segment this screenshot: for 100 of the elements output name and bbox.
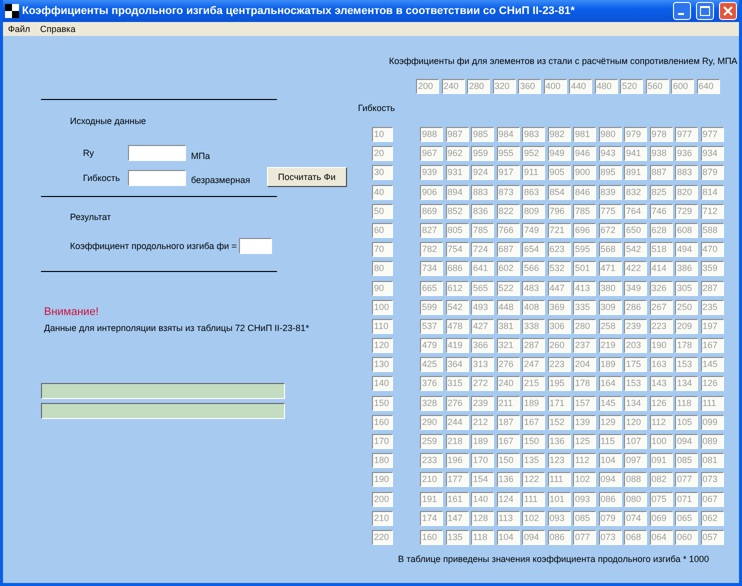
row-header: Гибкость bbox=[358, 103, 396, 113]
table-cell: 286 bbox=[624, 300, 647, 315]
table-cell: 608 bbox=[675, 222, 698, 238]
table-cell: 520 bbox=[620, 79, 643, 94]
table-cell: 171 bbox=[548, 396, 570, 411]
table-cell: 977 bbox=[675, 127, 698, 142]
table-cell: 721 bbox=[548, 222, 570, 238]
table-cell: 247 bbox=[522, 357, 545, 372]
table-cell: 827 bbox=[420, 222, 443, 238]
table-cell: 153 bbox=[624, 376, 647, 392]
table-cell: 287 bbox=[700, 280, 724, 296]
table-cell: 413 bbox=[573, 280, 596, 296]
table-cell: 152 bbox=[548, 414, 570, 430]
table-cell: 869 bbox=[420, 204, 443, 219]
table-cell: 240 bbox=[496, 376, 520, 392]
table-cell: 126 bbox=[650, 396, 672, 411]
maximize-button[interactable] bbox=[696, 2, 714, 20]
table-cell: 785 bbox=[573, 204, 596, 219]
table-cell: 062 bbox=[700, 510, 724, 526]
table-cell: 560 bbox=[646, 79, 668, 94]
calculate-button[interactable]: Посчитать Фи bbox=[267, 167, 347, 187]
table-cell: 075 bbox=[650, 492, 672, 507]
table-cell: 320 bbox=[492, 79, 516, 94]
table-cell: 150 bbox=[522, 434, 545, 449]
table-cell: 204 bbox=[573, 357, 596, 372]
table-cell: 749 bbox=[522, 222, 545, 238]
table-cell: 782 bbox=[420, 242, 443, 258]
table-cell: 369 bbox=[548, 300, 570, 315]
table-cell: 104 bbox=[496, 530, 520, 545]
table-cell: 102 bbox=[522, 510, 545, 526]
table-cell: 111 bbox=[548, 472, 570, 488]
table-cell: 863 bbox=[522, 184, 545, 200]
table-cell: 980 bbox=[598, 127, 622, 142]
table-cell: 338 bbox=[522, 318, 545, 334]
input-field[interactable] bbox=[128, 170, 186, 186]
table-cell: 093 bbox=[573, 492, 596, 507]
table-cell: 100 bbox=[372, 300, 393, 315]
table-cell: 905 bbox=[548, 165, 570, 180]
table-cell: 734 bbox=[420, 261, 443, 276]
table-cell: 672 bbox=[598, 222, 622, 238]
table-cell: 280 bbox=[573, 318, 596, 334]
table-cell: 163 bbox=[650, 357, 672, 372]
table-cell: 359 bbox=[700, 261, 724, 276]
table-cell: 425 bbox=[420, 357, 443, 372]
table-cell: 979 bbox=[624, 127, 647, 142]
table-cell: 079 bbox=[598, 510, 622, 526]
table-cell: 154 bbox=[471, 472, 494, 488]
table-cell: 805 bbox=[446, 222, 468, 238]
table-cell: 223 bbox=[650, 318, 672, 334]
table-cell: 175 bbox=[624, 357, 647, 372]
table-cell: 448 bbox=[496, 300, 520, 315]
table-cell: 746 bbox=[650, 204, 672, 219]
table-cell: 060 bbox=[675, 530, 698, 545]
menu-item[interactable]: Справка bbox=[40, 24, 76, 34]
table-cell: 235 bbox=[700, 300, 724, 315]
table-cell: 128 bbox=[471, 510, 494, 526]
section-title: Результат bbox=[70, 212, 112, 222]
table-cell: 471 bbox=[598, 261, 622, 276]
table-cell: 306 bbox=[548, 318, 570, 334]
table-cell: 118 bbox=[471, 530, 494, 545]
input-field[interactable] bbox=[128, 145, 186, 161]
table-cell: 086 bbox=[598, 492, 622, 507]
window-title: Коэффициенты продольного изгиба центральносжатых элементов в соответствии со СНиП II-23-81* bbox=[22, 5, 576, 17]
table-cell: 134 bbox=[675, 376, 698, 392]
table-cell: 178 bbox=[675, 338, 698, 354]
table-cell: 419 bbox=[446, 338, 468, 354]
table-cell: 290 bbox=[420, 414, 443, 430]
table-cell: 894 bbox=[446, 184, 468, 200]
table-cell: 150 bbox=[496, 453, 520, 468]
table-cell: 239 bbox=[624, 318, 647, 334]
table-cell: 809 bbox=[522, 204, 545, 219]
minimize-button[interactable] bbox=[673, 2, 691, 20]
table-cell: 600 bbox=[671, 79, 694, 94]
table-cell: 065 bbox=[675, 510, 698, 526]
table-cell: 532 bbox=[548, 261, 570, 276]
close-button[interactable] bbox=[719, 2, 737, 20]
table-cell: 628 bbox=[650, 222, 672, 238]
table-cell: 315 bbox=[446, 376, 468, 392]
menu-item[interactable]: Файл bbox=[8, 24, 30, 34]
table-cell: 599 bbox=[420, 300, 443, 315]
table-cell: 381 bbox=[496, 318, 520, 334]
table-cell: 136 bbox=[496, 472, 520, 488]
table-cell: 219 bbox=[598, 338, 622, 354]
table-cell: 077 bbox=[675, 472, 698, 488]
field-label: Ry bbox=[83, 148, 95, 158]
table-cell: 160 bbox=[372, 414, 393, 430]
app-icon bbox=[5, 4, 19, 18]
table-cell: 10 bbox=[372, 127, 393, 142]
table-cell: 223 bbox=[548, 357, 570, 372]
table-cell: 836 bbox=[471, 204, 494, 219]
table-cell: 518 bbox=[650, 242, 672, 258]
table-cell: 209 bbox=[675, 318, 698, 334]
table-cell: 077 bbox=[573, 530, 596, 545]
table-cell: 305 bbox=[675, 280, 698, 296]
table-cell: 135 bbox=[446, 530, 468, 545]
table-cell: 60 bbox=[372, 222, 393, 238]
table-cell: 785 bbox=[471, 222, 494, 238]
table-cell: 157 bbox=[573, 396, 596, 411]
table-cell: 480 bbox=[594, 79, 618, 94]
table-cell: 982 bbox=[548, 127, 570, 142]
